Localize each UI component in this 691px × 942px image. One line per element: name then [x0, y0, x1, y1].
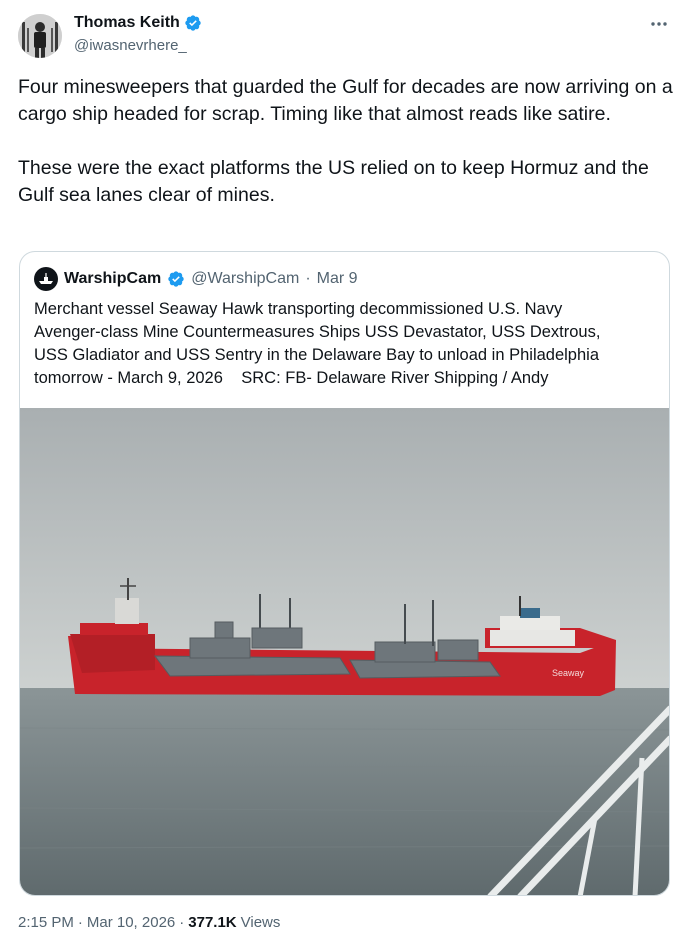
quoted-text-line: Avenger-class Mine Countermeasures Ships… — [34, 323, 601, 341]
author-avatar[interactable] — [18, 14, 62, 58]
quoted-separator: · — [305, 270, 311, 287]
quoted-media-image[interactable]: Seaway — [20, 408, 669, 895]
tweet-text: Four minesweepers that guarded the Gulf … — [18, 74, 678, 209]
hull-lettering: Seaway — [552, 668, 585, 678]
sea — [20, 688, 669, 895]
author-name-row[interactable]: Thomas Keith — [74, 14, 202, 32]
quoted-date[interactable]: Mar 9 — [317, 270, 358, 288]
tweet-meta: 2:15 PM · Mar 10, 2026 · 377.1K Views — [18, 914, 280, 931]
views-label: Views — [240, 914, 281, 931]
quoted-text-line: Merchant vessel Seaway Hawk transporting… — [34, 300, 563, 318]
author-handle[interactable]: @iwasnevrhere_ — [74, 37, 187, 54]
tweet-time[interactable]: 2:15 PM — [18, 914, 74, 931]
tweet-paragraph: These were the exact platforms the US re… — [18, 157, 649, 206]
more-options-button[interactable] — [645, 14, 673, 34]
verified-badge-icon — [168, 271, 184, 287]
quoted-text-line: USS Gladiator and USS Sentry in the Dela… — [34, 346, 599, 364]
tweet-paragraph: Four minesweepers that guarded the Gulf … — [18, 76, 673, 125]
quoted-author-handle[interactable]: @WarshipCam — [191, 270, 299, 288]
tweet-date[interactable]: Mar 10, 2026 — [87, 914, 175, 931]
more-dots-icon — [651, 22, 667, 26]
meta-separator: · — [179, 914, 185, 931]
meta-separator: · — [77, 914, 83, 931]
author-name[interactable]: Thomas Keith — [74, 14, 180, 32]
warship-logo-icon — [39, 273, 53, 284]
quoted-tweet-text: Merchant vessel Seaway Hawk transporting… — [34, 298, 659, 390]
quoted-tweet-header: WarshipCam @WarshipCam · Mar 9 — [34, 267, 358, 291]
tweet-header: Thomas Keith @iwasnevrhere_ — [18, 12, 673, 60]
ship-photo: Seaway — [20, 408, 669, 895]
quoted-author-avatar[interactable] — [34, 267, 58, 291]
quoted-author-name[interactable]: WarshipCam — [64, 270, 161, 288]
verified-badge-icon — [185, 15, 201, 31]
avatar-photo-icon — [18, 14, 62, 58]
quoted-text-line: tomorrow - March 9, 2026 SRC: FB- Delawa… — [34, 369, 549, 387]
views-count[interactable]: 377.1K — [188, 914, 236, 931]
quoted-tweet[interactable]: WarshipCam @WarshipCam · Mar 9 Merchant … — [19, 251, 670, 896]
